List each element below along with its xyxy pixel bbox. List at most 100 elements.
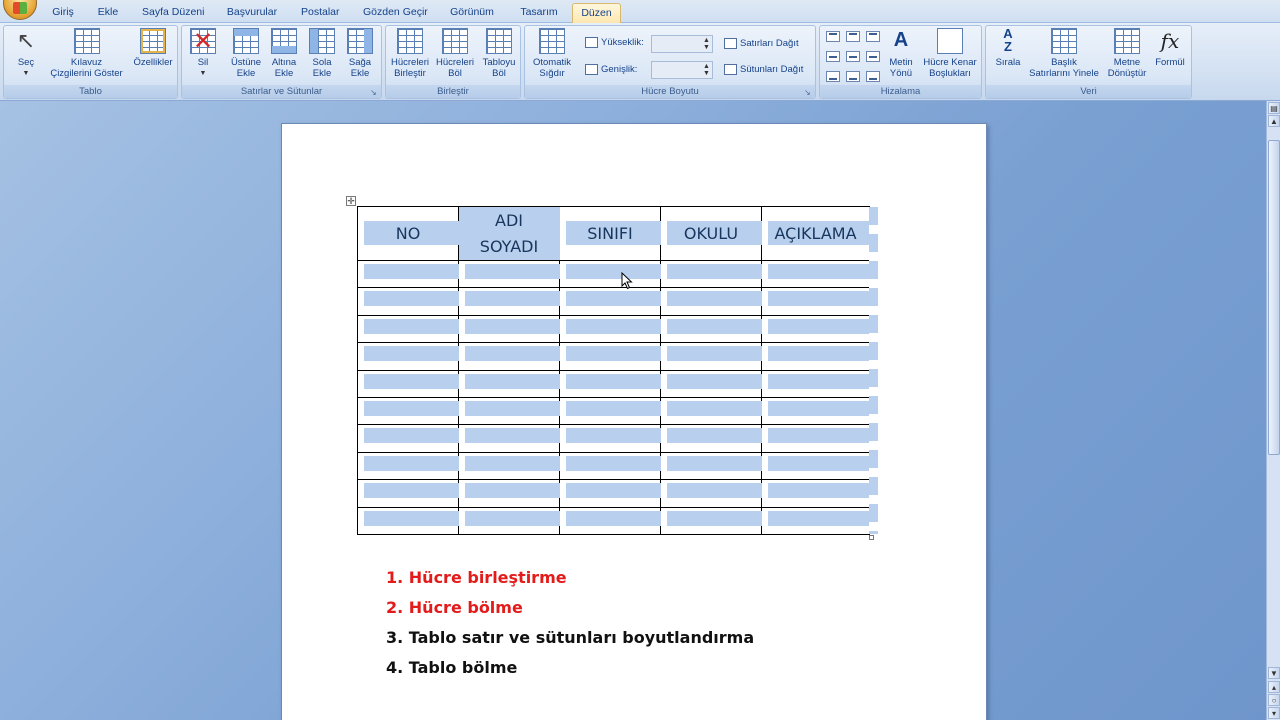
table-cell[interactable] [761, 342, 871, 371]
tab-ekle[interactable]: Ekle [95, 3, 121, 23]
sola-ekle-button[interactable]: Sola Ekle [304, 28, 340, 79]
tab-duzen[interactable]: Düzen [572, 3, 621, 23]
table-cell[interactable] [559, 369, 662, 398]
table-cell[interactable] [660, 396, 763, 426]
table-cell[interactable] [357, 314, 460, 344]
align-middle-left-icon[interactable] [826, 51, 840, 62]
table-cell[interactable] [458, 479, 561, 508]
align-bottom-left-icon[interactable] [826, 71, 840, 82]
align-top-left-icon[interactable] [826, 31, 840, 42]
header-cell-adi-soyadi[interactable]: ADI SOYADI [458, 206, 561, 261]
ustune-ekle-button[interactable]: Üstüne Ekle [228, 28, 264, 79]
table-cell[interactable] [357, 369, 460, 398]
table-cell[interactable] [761, 287, 871, 316]
align-bottom-right-icon[interactable] [866, 71, 880, 82]
table-cell[interactable] [761, 369, 871, 398]
table-cell[interactable] [761, 506, 871, 535]
previous-page-icon[interactable]: ▴ [1268, 681, 1280, 693]
scroll-thumb[interactable] [1268, 140, 1280, 455]
align-bottom-center-icon[interactable] [846, 71, 860, 82]
align-top-right-icon[interactable] [866, 31, 880, 42]
scroll-up-icon[interactable]: ▲ [1268, 115, 1280, 127]
table-cell[interactable] [559, 396, 662, 426]
header-cell-no[interactable]: NO [357, 206, 460, 261]
table-cell[interactable] [458, 314, 561, 344]
table-cell[interactable] [660, 424, 763, 453]
table-cell[interactable] [660, 451, 763, 481]
hucre-kenar-bosluklari-button[interactable]: Hücre Kenar Boşlukları [920, 28, 980, 79]
table-cell[interactable] [761, 424, 871, 453]
tab-giris[interactable]: Giriş [50, 3, 76, 23]
spin-arrows-icon[interactable]: ▲ ▼ [702, 63, 711, 77]
table-cell[interactable] [357, 396, 460, 426]
align-middle-right-icon[interactable] [866, 51, 880, 62]
tab-gorunum[interactable]: Görünüm [447, 3, 497, 23]
table-cell[interactable] [357, 287, 460, 316]
table-cell[interactable] [559, 424, 662, 453]
table-cell[interactable] [357, 259, 460, 289]
saga-ekle-button[interactable]: Sağa Ekle [342, 28, 378, 79]
table-cell[interactable] [458, 451, 561, 481]
table-cell[interactable] [761, 451, 871, 481]
formul-button[interactable]: fx Formül [1152, 28, 1188, 68]
baslik-satirlarini-yinele-button[interactable]: Başlık Satırlarını Yinele [1026, 28, 1102, 79]
sutunlari-dagit-button[interactable]: Sütunları Dağıt [724, 61, 803, 79]
table-cell[interactable] [458, 424, 561, 453]
hucreleri-bol-button[interactable]: Hücreleri Böl [433, 28, 477, 79]
metin-yonu-button[interactable]: A Metin Yönü [883, 28, 919, 79]
vertical-scrollbar[interactable]: ▤ ▲ ▼ ▴ ○ ▾ [1266, 101, 1280, 720]
table-cell[interactable] [458, 369, 561, 398]
table-resize-handle[interactable] [869, 535, 874, 540]
otomatik-sigdir-button[interactable]: Otomatik Sığdır [528, 28, 576, 79]
table-cell[interactable] [559, 479, 662, 508]
satirlari-dagit-button[interactable]: Satırları Dağıt [724, 35, 799, 53]
sirala-button[interactable]: AZ Sırala [990, 27, 1026, 68]
header-cell-okulu[interactable]: OKULU [660, 206, 763, 261]
next-page-icon[interactable]: ▾ [1268, 707, 1280, 719]
metne-donustur-button[interactable]: Metne Dönüştür [1104, 28, 1150, 79]
header-cell-sinifi[interactable]: SINIFI [559, 206, 662, 261]
office-button[interactable] [3, 0, 37, 20]
table-cell[interactable] [458, 342, 561, 371]
tab-tasarim[interactable]: Tasarım [517, 3, 561, 23]
table-cell[interactable] [660, 369, 763, 398]
hucreleri-birlestir-button[interactable]: Hücreleri Birleştir [388, 28, 432, 79]
table-cell[interactable] [458, 259, 561, 289]
tab-postalar[interactable]: Postalar [299, 3, 341, 23]
ozellikler-button[interactable]: Özellikler [130, 28, 176, 68]
table-cell[interactable] [559, 342, 662, 371]
tabloyu-bol-button[interactable]: Tabloyu Böl [478, 28, 520, 79]
table-cell[interactable] [357, 479, 460, 508]
table-cell[interactable] [357, 451, 460, 481]
table-cell[interactable] [660, 259, 763, 289]
kilavuz-cizgileri-button[interactable]: Kılavuz Çizgilerini Göster [44, 28, 129, 79]
table-cell[interactable] [660, 506, 763, 535]
table-cell[interactable] [559, 259, 662, 289]
genislik-spinner[interactable]: ▲ ▼ [651, 61, 713, 79]
table-cell[interactable] [559, 451, 662, 481]
align-top-center-icon[interactable] [846, 31, 860, 42]
table-cell[interactable] [559, 314, 662, 344]
align-middle-center-icon[interactable] [846, 51, 860, 62]
table-cell[interactable] [660, 314, 763, 344]
table-cell[interactable] [559, 506, 662, 535]
table-cell[interactable] [357, 506, 460, 535]
document-table[interactable]: NO ADI SOYADI SINIFI OKULU AÇIKLAMA [357, 206, 871, 535]
table-cell[interactable] [357, 424, 460, 453]
table-cell[interactable] [761, 314, 871, 344]
sil-button[interactable]: ✕ Sil ▼ [186, 28, 220, 79]
scroll-down-icon[interactable]: ▼ [1268, 667, 1280, 679]
table-cell[interactable] [660, 287, 763, 316]
dialog-launcher-icon[interactable]: ↘ [370, 88, 379, 97]
sec-button[interactable]: ↖ Seç ▼ [10, 28, 42, 79]
altina-ekle-button[interactable]: Altına Ekle [266, 28, 302, 79]
ruler-toggle-icon[interactable]: ▤ [1268, 102, 1280, 114]
tab-sayfa-duzeni[interactable]: Sayfa Düzeni [140, 3, 206, 23]
tab-gozden-gecir[interactable]: Gözden Geçir [361, 3, 428, 23]
table-cell[interactable] [458, 506, 561, 535]
table-cell[interactable] [761, 479, 871, 508]
dialog-launcher-icon[interactable]: ↘ [804, 88, 813, 97]
table-cell[interactable] [761, 396, 871, 426]
yukseklik-spinner[interactable]: ▲ ▼ [651, 35, 713, 53]
tab-basvurular[interactable]: Başvurular [224, 3, 280, 23]
